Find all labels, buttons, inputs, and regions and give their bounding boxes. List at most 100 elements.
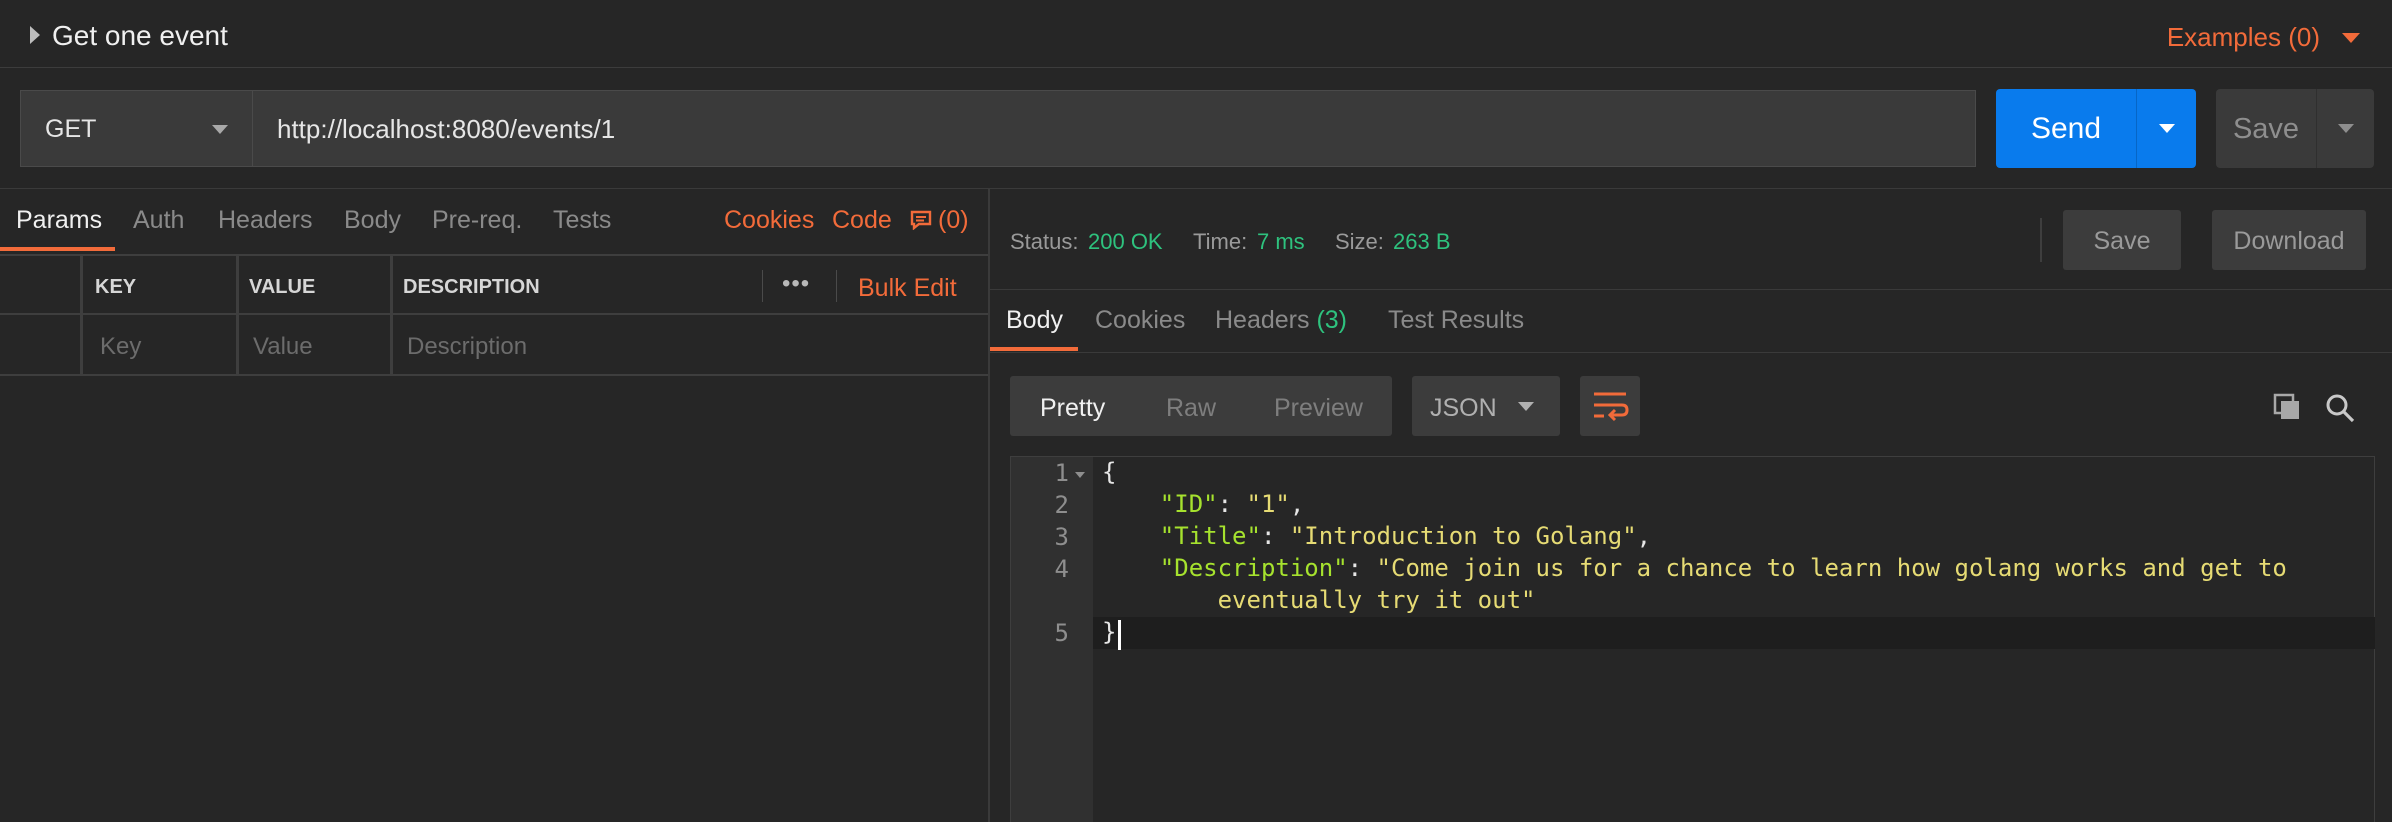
code-line: "Title": "Introduction to Golang", [1159, 522, 1652, 550]
tab-test-results[interactable]: Test Results [1388, 306, 1524, 335]
line-number: 3 [1054, 523, 1069, 551]
request-title-bar: Get one event Examples (0) [0, 0, 2392, 68]
value-header: VALUE [249, 276, 316, 298]
url-input[interactable]: http://localhost:8080/events/1 [252, 90, 1976, 167]
pane-divider[interactable] [988, 188, 990, 822]
params-input-row: Key Value Description [0, 315, 988, 376]
chevron-down-icon [2338, 124, 2354, 133]
line-number: 4 [1054, 555, 1069, 583]
key-input[interactable]: Key [100, 333, 141, 361]
json-value: "1" [1246, 490, 1290, 518]
wrap-lines-button[interactable] [1580, 376, 1640, 436]
more-options-icon[interactable]: ••• [782, 270, 810, 298]
line-number: 5 [1054, 619, 1069, 647]
chevron-down-icon [1518, 402, 1534, 411]
divider [836, 270, 837, 302]
send-options-button[interactable] [2136, 89, 2196, 168]
url-text: http://localhost:8080/events/1 [277, 114, 616, 144]
column-divider [390, 256, 393, 317]
tab-headers[interactable]: Headers [218, 206, 313, 235]
code-line: { [1102, 458, 1117, 486]
chevron-down-icon [2159, 124, 2175, 133]
tab-auth[interactable]: Auth [133, 206, 184, 235]
size-label: Size: [1335, 229, 1384, 254]
time-value: 7 ms [1257, 229, 1305, 254]
download-label: Download [2233, 227, 2345, 255]
divider [2040, 218, 2042, 262]
divider [762, 270, 763, 302]
tab-response-cookies[interactable]: Cookies [1095, 306, 1185, 335]
code-line: "ID": "1", [1159, 490, 1305, 518]
save-response-label: Save [2093, 227, 2151, 255]
line-number: 1 [1054, 459, 1069, 487]
code-link[interactable]: Code [832, 206, 892, 235]
download-button[interactable]: Download [2212, 210, 2366, 270]
tab-body[interactable]: Body [344, 206, 401, 235]
column-divider [390, 315, 393, 376]
column-divider [80, 256, 83, 317]
json-key: "ID" [1159, 490, 1218, 518]
line-number-gutter: 1 2 3 4 5 [1011, 457, 1093, 822]
view-raw[interactable]: Raw [1166, 394, 1216, 423]
save-request-button[interactable]: Save [2216, 89, 2316, 168]
line-number: 2 [1054, 491, 1069, 519]
copy-icon[interactable] [2272, 392, 2302, 422]
json-value: "Come join us for a chance to learn how … [1376, 554, 2287, 582]
divider [0, 188, 2392, 189]
save-label: Save [2232, 113, 2300, 145]
expand-caret-icon[interactable] [30, 26, 40, 44]
json-value: "Introduction to Golang" [1289, 522, 1637, 550]
save-response-button[interactable]: Save [2063, 210, 2181, 270]
view-pretty[interactable]: Pretty [1040, 394, 1105, 423]
params-header-row: KEY VALUE DESCRIPTION ••• Bulk Edit [0, 254, 988, 317]
comments-count[interactable]: (0) [938, 206, 969, 235]
cookies-link[interactable]: Cookies [724, 206, 814, 235]
tab-response-headers[interactable]: Headers (3) [1215, 306, 1347, 335]
tab-tests[interactable]: Tests [553, 206, 611, 235]
fold-caret-icon[interactable] [1075, 472, 1085, 478]
send-button[interactable]: Send [1996, 89, 2136, 168]
request-name[interactable]: Get one event [52, 20, 228, 52]
method-select[interactable]: GET [20, 90, 252, 167]
column-divider [236, 315, 239, 376]
view-mode-toggle: Pretty Raw Preview [1010, 376, 1392, 436]
column-divider [80, 315, 83, 376]
bulk-edit-link[interactable]: Bulk Edit [858, 274, 957, 303]
divider [990, 352, 2392, 353]
format-select[interactable]: JSON [1412, 376, 1560, 436]
headers-count: (3) [1316, 306, 1348, 334]
tab-response-body[interactable]: Body [1006, 306, 1063, 335]
column-divider [236, 256, 239, 317]
time-label: Time: [1193, 229, 1248, 254]
search-icon[interactable] [2324, 392, 2356, 424]
method-label: GET [45, 115, 97, 143]
json-key: "Description" [1159, 554, 1348, 582]
wrap-lines-icon [1594, 392, 1629, 422]
active-line-highlight [1093, 617, 2375, 649]
params-table: KEY VALUE DESCRIPTION ••• Bulk Edit Key … [0, 254, 988, 376]
examples-dropdown-icon[interactable] [2342, 33, 2360, 43]
status-value: 200 OK [1088, 229, 1163, 254]
value-input[interactable]: Value [253, 333, 313, 361]
status-label: Status: [1010, 229, 1079, 254]
text-cursor [1118, 620, 1121, 650]
tab-pre-request[interactable]: Pre-req. [432, 206, 522, 235]
code-line: } [1102, 618, 1117, 646]
description-input[interactable]: Description [407, 333, 527, 361]
examples-button[interactable]: Examples (0) [2167, 22, 2320, 53]
json-value-continued: eventually try it out" [1217, 586, 1536, 614]
save-options-button[interactable] [2316, 89, 2374, 168]
size-value: 263 B [1393, 229, 1451, 254]
view-preview[interactable]: Preview [1274, 394, 1363, 423]
comment-icon[interactable] [910, 210, 932, 230]
active-tab-indicator [990, 347, 1078, 351]
headers-tab-label: Headers [1215, 306, 1310, 334]
code-line-wrapped: eventually try it out" [1102, 586, 1536, 614]
tab-params[interactable]: Params [16, 206, 102, 235]
send-label: Send [2030, 112, 2102, 145]
active-tab-indicator [0, 247, 115, 251]
json-key: "Title" [1159, 522, 1261, 550]
chevron-down-icon [212, 125, 228, 134]
description-header: DESCRIPTION [403, 276, 540, 298]
key-header: KEY [95, 276, 137, 298]
